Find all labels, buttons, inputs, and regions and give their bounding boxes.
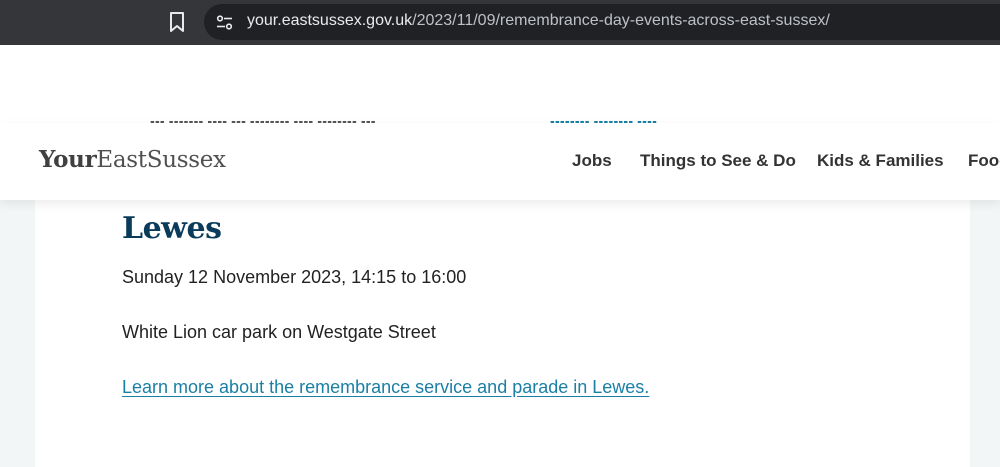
url-text[interactable]: your.eastsussex.gov.uk/2023/11/09/rememb… bbox=[247, 12, 830, 30]
nav-item-things-to-see-do[interactable]: Things to See & Do bbox=[640, 151, 796, 171]
logo-bold: Your bbox=[39, 146, 97, 173]
event-title: Lewes bbox=[122, 211, 222, 246]
obscured-text: ▪▪▪ ▪▪▪▪▪▪▪ ▪▪▪▪ ▪▪▪ ▪▪▪▪▪▪▪▪ ▪▪▪▪ ▪▪▪▪▪… bbox=[150, 115, 658, 123]
site-logo[interactable]: YourEastSussex bbox=[39, 146, 226, 173]
nav-item-food[interactable]: Food bbox=[968, 151, 1000, 171]
site-info-icon[interactable] bbox=[216, 14, 233, 31]
address-bar[interactable]: your.eastsussex.gov.uk/2023/11/09/rememb… bbox=[204, 4, 1000, 40]
nav-item-kids-families[interactable]: Kids & Families bbox=[817, 151, 944, 171]
browser-toolbar: your.eastsussex.gov.uk/2023/11/09/rememb… bbox=[0, 0, 1000, 45]
event-more-info-link[interactable]: Learn more about the remembrance service… bbox=[122, 377, 649, 398]
event-card: Lewes Sunday 12 November 2023, 14:15 to … bbox=[35, 200, 970, 467]
url-path: /2023/11/09/remembrance-day-events-acros… bbox=[412, 12, 830, 29]
nav-item-jobs[interactable]: Jobs bbox=[572, 151, 612, 171]
url-host: your.eastsussex.gov.uk bbox=[247, 12, 413, 29]
event-location: White Lion car park on Westgate Street bbox=[122, 322, 436, 342]
site-header: YourEastSussex Jobs Things to See & Do K… bbox=[0, 123, 1000, 200]
bookmark-icon[interactable] bbox=[168, 11, 186, 33]
logo-regular: EastSussex bbox=[96, 147, 226, 173]
event-date: Sunday 12 November 2023, 14:15 to 16:00 bbox=[122, 267, 467, 287]
page-top-area: ▪▪▪ ▪▪▪▪▪▪▪ ▪▪▪▪ ▪▪▪ ▪▪▪▪▪▪▪▪ ▪▪▪▪ ▪▪▪▪▪… bbox=[0, 45, 1000, 123]
